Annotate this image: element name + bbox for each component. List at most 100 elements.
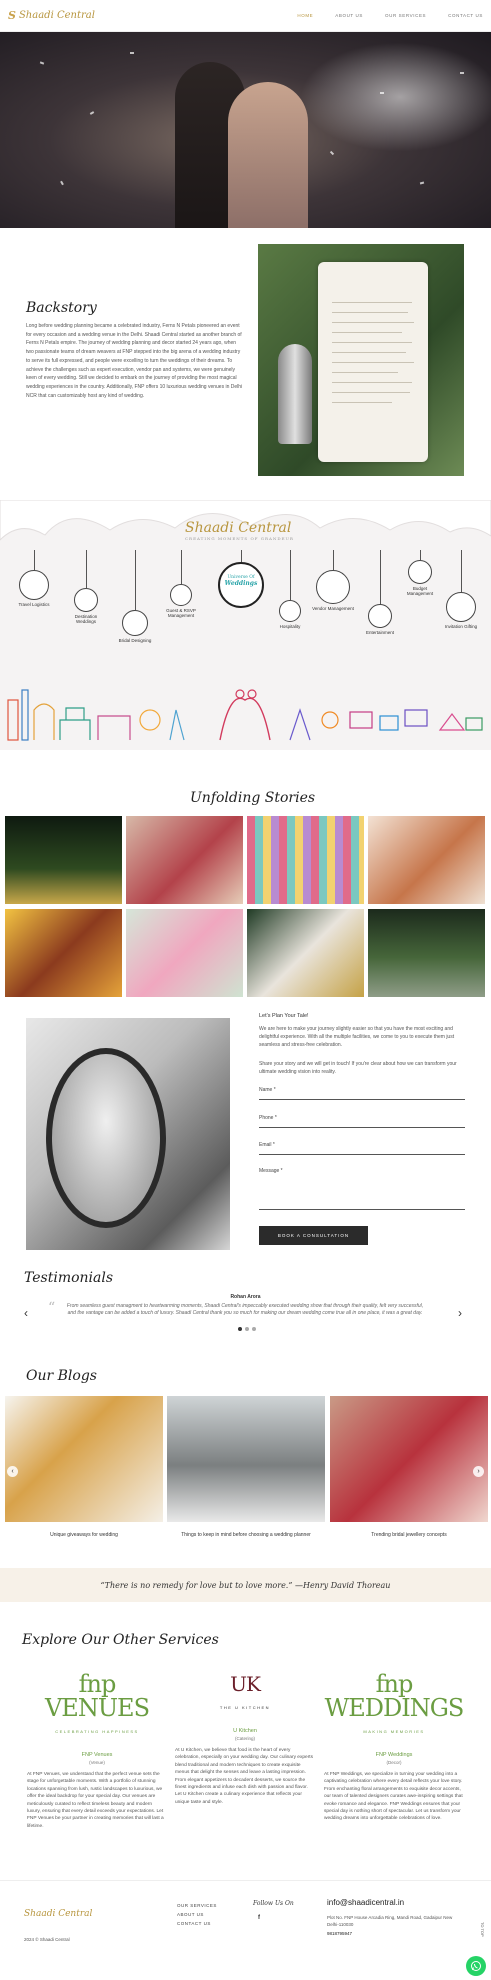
gallery-image[interactable] [247, 909, 364, 997]
testimonial-next-arrow[interactable]: › [458, 1306, 462, 1320]
footer-logo[interactable]: Shaadi Central [24, 1909, 92, 1919]
service-description: At FNP Weddings, we specialize in turnin… [324, 1772, 463, 1822]
logo-text: Shaadi Central [18, 10, 95, 21]
back-to-top[interactable]: TO TOP [480, 1922, 485, 1937]
globe-icon [74, 588, 98, 612]
footer-links: OUR SERVICES ABOUT US CONTACT US [177, 1901, 217, 1928]
stories-title: Unfolding Stories [190, 790, 316, 806]
nav-contact[interactable]: CONTACT US [448, 13, 483, 18]
service-label: Vendor Management [312, 606, 354, 611]
blog-image[interactable] [330, 1396, 488, 1522]
blog-caption[interactable]: Things to keep in mind before choosing a… [167, 1532, 325, 1539]
testimonials-title: Testimonials [24, 1270, 114, 1286]
message-field[interactable]: Message * [259, 1168, 465, 1210]
service-label: Budget Management [406, 586, 434, 596]
contact-paragraph: We are here to make your journey slightl… [259, 1026, 455, 1048]
footer-phone[interactable]: 9818795947 [327, 1930, 462, 1937]
blog-caption[interactable]: Unique giveaways for wedding [5, 1532, 163, 1539]
whatsapp-icon[interactable] [466, 1956, 486, 1976]
hero-image [0, 32, 491, 228]
contact-heading: Let's Plan Your Tale! [259, 1013, 309, 1019]
gallery-image[interactable] [368, 816, 485, 904]
center-label-top: Universe Of [227, 575, 255, 580]
service-name: U Kitchen [233, 1728, 257, 1734]
service-label: Destination Weddings [74, 614, 98, 624]
contact-image [26, 1018, 230, 1250]
service-budget: Budget Management [400, 550, 440, 596]
brand-tagline: MAKING MEMORIES [363, 1729, 425, 1734]
pagination-dot[interactable] [245, 1327, 249, 1331]
service-card-ukitchen[interactable]: UK THE U KITCHEN U Kitchen (Catering) At… [175, 1672, 315, 1806]
service-type: (Venue) [89, 1760, 105, 1765]
blog-caption[interactable]: Trending bridal jewellery concepts [330, 1532, 488, 1539]
confetti [380, 92, 384, 94]
brand-name: UK [230, 1672, 261, 1696]
entertainment-icon [368, 604, 392, 628]
footer-link-services[interactable]: OUR SERVICES [177, 1901, 217, 1910]
service-card-venues[interactable]: fnp VENUES CELEBRATING HAPPINESS FNP Ven… [27, 1672, 167, 1830]
blog-image[interactable] [5, 1396, 163, 1522]
blog-card[interactable]: Trending bridal jewellery concepts [330, 1396, 488, 1539]
facebook-icon[interactable]: f [258, 1915, 260, 1921]
book-consultation-button[interactable]: BOOK A CONSULTATION [259, 1226, 368, 1245]
gallery-image[interactable] [5, 816, 122, 904]
services-illustration: Shaadi Central CREATING MOMENTS OF GRAND… [0, 500, 491, 750]
blog-card[interactable]: Things to keep in mind before choosing a… [167, 1396, 325, 1539]
blogs-title: Our Blogs [26, 1368, 97, 1384]
pagination-dot[interactable] [252, 1327, 256, 1331]
main-nav: HOME ABOUT US OUR SERVICES CONTACT US [297, 13, 483, 18]
nav-about[interactable]: ABOUT US [335, 13, 363, 18]
confetti [130, 52, 134, 54]
gallery-image[interactable] [126, 909, 243, 997]
blog-next-arrow[interactable]: › [473, 1466, 484, 1477]
footer-email[interactable]: info@shaadicentral.in [327, 1898, 404, 1907]
pagination-dot[interactable] [238, 1327, 242, 1331]
follow-us-label: Follow Us On [253, 1900, 294, 1907]
gallery-image[interactable] [368, 909, 485, 997]
nav-services[interactable]: OUR SERVICES [385, 13, 426, 18]
testimonial-pagination [238, 1327, 256, 1331]
service-type: (Decor) [386, 1760, 402, 1765]
service-hospitality: Hospitality [270, 550, 310, 629]
service-center: Universe Of Weddings [213, 550, 269, 610]
backstory-title: Backstory [26, 300, 97, 316]
gallery-image[interactable] [5, 909, 122, 997]
nav-home[interactable]: HOME [297, 13, 313, 18]
name-field[interactable]: Name * [259, 1087, 465, 1100]
service-label: Bridal Designing [118, 638, 152, 643]
footer-link-contact[interactable]: CONTACT US [177, 1919, 217, 1928]
gallery-image[interactable] [126, 816, 243, 904]
blog-card[interactable]: Unique giveaways for wedding [5, 1396, 163, 1539]
confetti [419, 181, 425, 185]
illustration-logo: Shaadi Central CREATING MOMENTS OF GRAND… [185, 520, 294, 541]
service-travel: Travel Logistics [14, 550, 54, 607]
brand-tagline: THE U KITCHEN [219, 1705, 271, 1710]
service-label: Guest & RSVP Management [166, 608, 196, 618]
gallery-image[interactable] [247, 816, 364, 904]
blog-image[interactable] [167, 1396, 325, 1522]
guest-icon [170, 584, 192, 606]
service-card-weddings[interactable]: fnp WEDDINGS MAKING MEMORIES FNP Wedding… [324, 1672, 464, 1823]
fnp-venues-logo: fnp VENUES CELEBRATING HAPPINESS [27, 1672, 167, 1744]
center-label-bottom: Weddings [224, 580, 258, 587]
contact-paragraph: Share your story and we will get in touc… [259, 1061, 457, 1075]
site-footer: Shaadi Central 2024 © Shaadi Central OUR… [0, 1880, 491, 1980]
email-field[interactable]: Email * [259, 1142, 465, 1155]
phone-field[interactable]: Phone * [259, 1115, 465, 1128]
illustration-logo-tagline: CREATING MOMENTS OF GRANDEUR [185, 536, 294, 541]
hero-light [300, 42, 491, 152]
hero-bride [228, 82, 308, 228]
site-logo[interactable]: S Shaadi Central [8, 9, 95, 22]
testimonial-prev-arrow[interactable]: ‹ [24, 1306, 28, 1320]
confetti [39, 61, 45, 65]
other-services-title: Explore Our Other Services [22, 1632, 219, 1648]
service-entertainment: Entertainment [360, 550, 400, 635]
blog-prev-arrow[interactable]: ‹ [7, 1466, 18, 1477]
footer-link-about[interactable]: ABOUT US [177, 1910, 217, 1919]
quote-icon: “ [48, 1300, 56, 1316]
service-bridal: Bridal Designing [114, 550, 156, 643]
fnp-weddings-logo: fnp WEDDINGS MAKING MEMORIES [324, 1672, 465, 1744]
ukitchen-logo: UK THE U KITCHEN [175, 1672, 315, 1720]
travel-icon [19, 570, 49, 600]
service-name: FNP Venues [81, 1752, 113, 1758]
